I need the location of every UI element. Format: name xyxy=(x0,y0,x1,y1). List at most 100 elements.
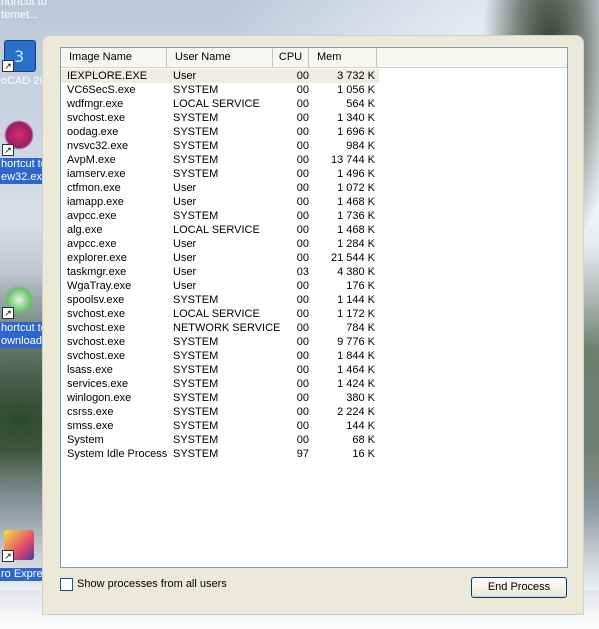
show-all-users-checkbox[interactable] xyxy=(60,577,73,591)
process-user-name: LOCAL SERVICE xyxy=(173,98,260,110)
process-mem-usage: 16 K xyxy=(352,448,375,460)
process-row[interactable]: ctfmon.exe User 00 1 072 K xyxy=(61,181,567,195)
process-cpu: 97 xyxy=(296,448,309,460)
show-all-users-label: Show processes from all users xyxy=(77,578,227,590)
process-mem-usage: 1 144 K xyxy=(337,294,375,306)
process-cpu: 00 xyxy=(296,224,309,236)
process-image-name: System xyxy=(67,434,104,446)
end-process-button[interactable]: End Process xyxy=(471,577,567,598)
process-cpu: 00 xyxy=(296,434,309,446)
process-row[interactable]: iamserv.exe SYSTEM 00 1 496 K xyxy=(61,167,567,181)
process-image-name: lsass.exe xyxy=(67,364,113,376)
process-mem-usage: 784 K xyxy=(346,322,375,334)
process-row[interactable]: svchost.exe SYSTEM 00 9 776 K xyxy=(61,335,567,349)
desktop-icon-label[interactable]: hortcut to ternet... xyxy=(0,0,48,22)
process-row[interactable]: WgaTray.exe User 00 176 K xyxy=(61,279,567,293)
desktop-icon-express[interactable]: ↗ xyxy=(0,530,44,566)
process-row[interactable]: winlogon.exe SYSTEM 00 380 K xyxy=(61,391,567,405)
process-row[interactable]: svchost.exe SYSTEM 00 1 340 K xyxy=(61,111,567,125)
process-user-name: User xyxy=(173,182,197,194)
process-row[interactable]: System Idle Process SYSTEM 97 16 K xyxy=(61,447,567,461)
process-image-name: System Idle Process xyxy=(67,448,168,460)
process-user-name: SYSTEM xyxy=(173,210,219,222)
process-user-name: LOCAL SERVICE xyxy=(173,224,260,236)
process-row[interactable]: nvsvc32.exe SYSTEM 00 984 K xyxy=(61,139,567,153)
process-image-name: VC6SecS.exe xyxy=(67,84,136,96)
process-user-name: NETWORK SERVICE xyxy=(173,322,281,334)
process-user-name: SYSTEM xyxy=(173,420,219,432)
process-user-name: User xyxy=(173,280,197,292)
process-image-name: taskmgr.exe xyxy=(67,266,127,278)
desktop-icon-label-line: ew32.ex xyxy=(1,171,42,183)
column-header-user-name[interactable]: User Name xyxy=(167,48,273,67)
process-row[interactable]: svchost.exe LOCAL SERVICE 00 1 172 K xyxy=(61,307,567,321)
process-image-name: ctfmon.exe xyxy=(67,182,121,194)
desktop-icon-label[interactable]: oCAD 20 xyxy=(0,75,47,88)
process-row[interactable]: explorer.exe User 00 21 544 K xyxy=(61,251,567,265)
process-cpu: 00 xyxy=(296,392,309,404)
column-header-mem-usage[interactable]: Mem Usage xyxy=(309,48,377,82)
process-row[interactable]: csrss.exe SYSTEM 00 2 224 K xyxy=(61,405,567,419)
process-list[interactable]: Image Name User Name CPU Mem Usage IEXPL… xyxy=(60,47,568,568)
desktop-icon-puzzle[interactable]: ↗ xyxy=(0,120,44,160)
process-mem-usage: 1 496 K xyxy=(337,168,375,180)
column-header-label: Image Name xyxy=(69,51,132,63)
process-row[interactable]: smss.exe SYSTEM 00 144 K xyxy=(61,419,567,433)
process-image-name: iamserv.exe xyxy=(67,168,126,180)
process-user-name: User xyxy=(173,238,197,250)
process-row[interactable]: avpcc.exe User 00 1 284 K xyxy=(61,237,567,251)
process-row[interactable]: svchost.exe SYSTEM 00 1 844 K xyxy=(61,349,567,363)
process-cpu: 00 xyxy=(296,294,309,306)
process-mem-usage: 2 224 K xyxy=(337,406,375,418)
process-user-name: SYSTEM xyxy=(173,126,219,138)
process-image-name: avpcc.exe xyxy=(67,238,117,250)
process-row[interactable]: oodag.exe SYSTEM 00 1 696 K xyxy=(61,125,567,139)
process-row[interactable]: spoolsv.exe SYSTEM 00 1 144 K xyxy=(61,293,567,307)
process-row[interactable]: IEXPLORE.EXE User 00 3 732 K xyxy=(61,69,567,83)
process-user-name: SYSTEM xyxy=(173,350,219,362)
process-row[interactable]: taskmgr.exe User 03 4 380 K xyxy=(61,265,567,279)
desktop-icon-label-line: ternet... xyxy=(1,9,39,21)
process-image-name: alg.exe xyxy=(67,224,103,236)
process-user-name: SYSTEM xyxy=(173,84,219,96)
process-user-name: SYSTEM xyxy=(173,448,219,460)
column-header-label: CPU xyxy=(278,51,303,63)
process-image-name: avpcc.exe xyxy=(67,210,117,222)
process-user-name: LOCAL SERVICE xyxy=(173,308,260,320)
process-row[interactable]: avpcc.exe SYSTEM 00 1 736 K xyxy=(61,209,567,223)
svg-text:3: 3 xyxy=(14,47,24,66)
process-mem-usage: 380 K xyxy=(346,392,375,404)
column-header-cpu[interactable]: CPU xyxy=(273,48,309,67)
process-row[interactable]: svchost.exe NETWORK SERVICE 00 784 K xyxy=(61,321,567,335)
process-mem-usage: 1 468 K xyxy=(337,224,375,236)
process-row[interactable]: AvpM.exe SYSTEM 00 13 744 K xyxy=(61,153,567,167)
process-image-name: wdfmgr.exe xyxy=(67,98,124,110)
desktop-icon-label[interactable]: hortcut to ownload xyxy=(0,322,48,348)
desktop-icon-label[interactable]: hortcut to ew32.ex xyxy=(0,158,48,184)
process-row[interactable]: lsass.exe SYSTEM 00 1 464 K xyxy=(61,363,567,377)
process-row[interactable]: iamapp.exe User 00 1 468 K xyxy=(61,195,567,209)
process-cpu: 00 xyxy=(296,252,309,264)
process-user-name: User xyxy=(173,266,197,278)
process-row[interactable]: System SYSTEM 00 68 K xyxy=(61,433,567,447)
process-mem-usage: 144 K xyxy=(346,420,375,432)
process-mem-usage: 13 744 K xyxy=(330,154,375,166)
shortcut-arrow-icon: ↗ xyxy=(2,307,14,319)
process-cpu: 00 xyxy=(273,69,313,83)
process-row[interactable]: VC6SecS.exe SYSTEM 00 1 056 K xyxy=(61,83,567,97)
process-cpu: 00 xyxy=(296,364,309,376)
process-row[interactable]: wdfmgr.exe LOCAL SERVICE 00 564 K xyxy=(61,97,567,111)
process-image-name: WgaTray.exe xyxy=(67,280,132,292)
show-all-users-toggle[interactable]: Show processes from all users xyxy=(60,576,227,592)
process-image-name: explorer.exe xyxy=(67,252,127,264)
process-mem-usage: 1 056 K xyxy=(337,84,375,96)
process-cpu: 00 xyxy=(296,126,309,138)
process-image-name: svchost.exe xyxy=(67,350,126,362)
desktop-icon-download[interactable]: ↗ xyxy=(0,285,44,325)
process-image-name: services.exe xyxy=(67,378,129,390)
process-user-name: SYSTEM xyxy=(173,140,219,152)
process-cpu: 00 xyxy=(296,308,309,320)
column-header-image-name[interactable]: Image Name xyxy=(61,48,167,67)
process-row[interactable]: services.exe SYSTEM 00 1 424 K xyxy=(61,377,567,391)
process-row[interactable]: alg.exe LOCAL SERVICE 00 1 468 K xyxy=(61,223,567,237)
